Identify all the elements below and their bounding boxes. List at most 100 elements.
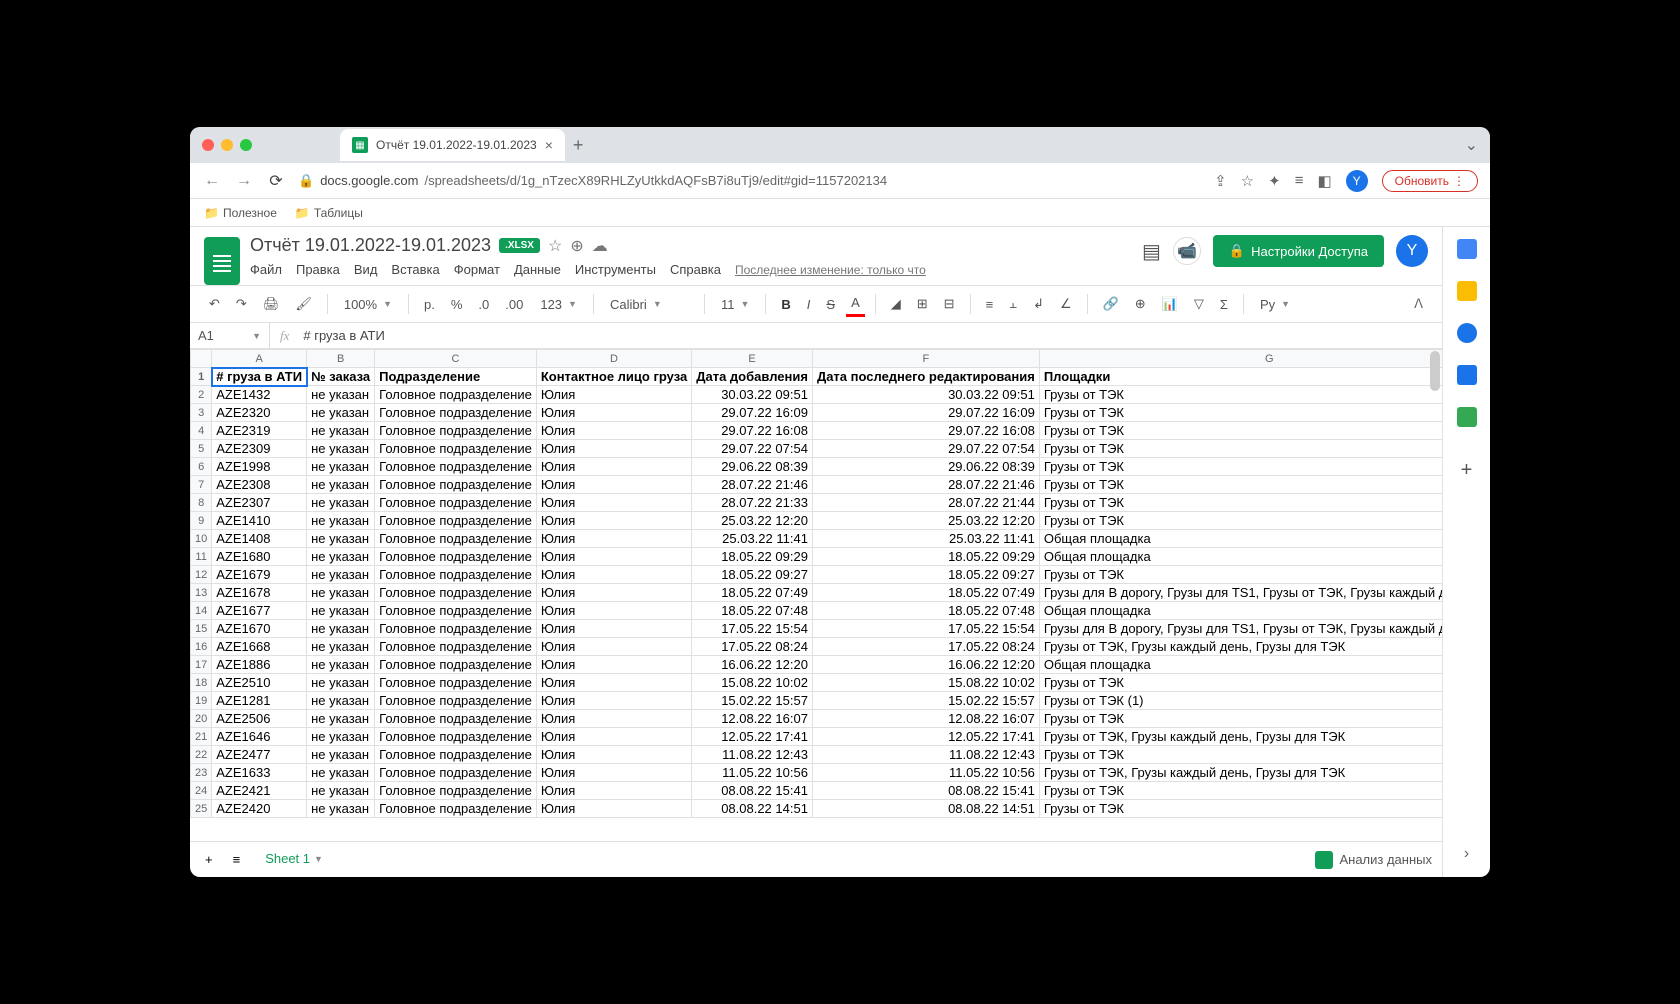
cell[interactable]: Юлия	[536, 404, 691, 422]
all-sheets-button[interactable]: ≡	[228, 848, 246, 871]
cell[interactable]: 17.05.22 08:24	[812, 638, 1039, 656]
cell[interactable]: не указан	[307, 476, 375, 494]
cell[interactable]: Головное подразделение	[375, 674, 537, 692]
bookmark-item[interactable]: 📁Полезное	[204, 206, 277, 220]
menu-tools[interactable]: Инструменты	[575, 262, 656, 277]
cell[interactable]: AZE2307	[212, 494, 307, 512]
col-header[interactable]: F	[812, 350, 1039, 368]
cell[interactable]: Головное подразделение	[375, 710, 537, 728]
cell[interactable]: Грузы от ТЭК (1)	[1039, 692, 1442, 710]
cell[interactable]: 11.08.22 12:43	[692, 746, 813, 764]
font-select[interactable]: Calibri▼	[604, 295, 694, 314]
col-header[interactable]: B	[307, 350, 375, 368]
comment-button[interactable]: ⊕	[1130, 292, 1151, 316]
nav-back-button[interactable]: ←	[202, 172, 222, 190]
cell[interactable]: не указан	[307, 638, 375, 656]
cell[interactable]: AZE1670	[212, 620, 307, 638]
functions-button[interactable]: Σ	[1215, 293, 1233, 316]
row-header[interactable]: 20	[191, 710, 212, 728]
cell[interactable]: Головное подразделение	[375, 566, 537, 584]
minimize-window-icon[interactable]	[221, 139, 233, 151]
cell[interactable]: не указан	[307, 782, 375, 800]
cell[interactable]: Юлия	[536, 710, 691, 728]
cell[interactable]: 17.05.22 15:54	[692, 620, 813, 638]
cell[interactable]: Юлия	[536, 746, 691, 764]
cell[interactable]: не указан	[307, 440, 375, 458]
cell[interactable]: Грузы от ТЭК	[1039, 476, 1442, 494]
cell[interactable]: Грузы от ТЭК, Грузы каждый день, Грузы д…	[1039, 764, 1442, 782]
cell[interactable]: 18.05.22 07:48	[812, 602, 1039, 620]
row-header[interactable]: 9	[191, 512, 212, 530]
cell[interactable]: не указан	[307, 710, 375, 728]
cell[interactable]: 29.07.22 16:09	[692, 404, 813, 422]
cell[interactable]: Подразделение	[375, 368, 537, 386]
text-color-button[interactable]: A	[846, 291, 865, 317]
explore-button[interactable]: Анализ данных	[1315, 851, 1432, 869]
comments-icon[interactable]: ▤	[1142, 239, 1161, 264]
cell[interactable]: не указан	[307, 692, 375, 710]
cell[interactable]: Юлия	[536, 584, 691, 602]
cell[interactable]: не указан	[307, 512, 375, 530]
cell[interactable]: AZE1408	[212, 530, 307, 548]
cell[interactable]: 16.06.22 12:20	[812, 656, 1039, 674]
nav-forward-button[interactable]: →	[234, 172, 254, 190]
cell[interactable]: Головное подразделение	[375, 476, 537, 494]
cell[interactable]: Общая площадка	[1039, 530, 1442, 548]
cell[interactable]: Грузы от ТЭК	[1039, 404, 1442, 422]
cell[interactable]: 18.05.22 07:48	[692, 602, 813, 620]
cell[interactable]: 29.07.22 16:09	[812, 404, 1039, 422]
cell[interactable]: не указан	[307, 530, 375, 548]
cell[interactable]: не указан	[307, 800, 375, 818]
cell[interactable]: 25.03.22 12:20	[692, 512, 813, 530]
cell[interactable]: Грузы от ТЭК, Грузы каждый день, Грузы д…	[1039, 728, 1442, 746]
cell[interactable]: 29.07.22 07:54	[812, 440, 1039, 458]
cell[interactable]: Головное подразделение	[375, 746, 537, 764]
grid-area[interactable]: A B C D E F G 1# груза в АТИ№ заказаПодр…	[190, 349, 1442, 841]
cell[interactable]: AZE2309	[212, 440, 307, 458]
row-header[interactable]: 6	[191, 458, 212, 476]
cell[interactable]: Грузы от ТЭК	[1039, 458, 1442, 476]
cell[interactable]: 17.05.22 15:54	[812, 620, 1039, 638]
cell[interactable]: 16.06.22 12:20	[692, 656, 813, 674]
cell[interactable]: не указан	[307, 602, 375, 620]
share-button[interactable]: 🔒Настройки Доступа	[1213, 235, 1384, 267]
cell[interactable]: 12.05.22 17:41	[692, 728, 813, 746]
row-header[interactable]: 7	[191, 476, 212, 494]
cell[interactable]: Грузы для В дорогу, Грузы для TS1, Грузы…	[1039, 584, 1442, 602]
account-avatar[interactable]: Y	[1396, 235, 1428, 267]
cell[interactable]: Юлия	[536, 764, 691, 782]
cell[interactable]: AZE2477	[212, 746, 307, 764]
cell[interactable]: Юлия	[536, 422, 691, 440]
cell[interactable]: Головное подразделение	[375, 620, 537, 638]
cell[interactable]: AZE1281	[212, 692, 307, 710]
link-button[interactable]: 🔗	[1098, 292, 1124, 316]
row-header[interactable]: 22	[191, 746, 212, 764]
cell[interactable]: Общая площадка	[1039, 602, 1442, 620]
name-box[interactable]: A1▼	[190, 323, 270, 348]
row-header[interactable]: 14	[191, 602, 212, 620]
calendar-icon[interactable]	[1457, 239, 1477, 259]
cell[interactable]: Юлия	[536, 386, 691, 404]
menu-data[interactable]: Данные	[514, 262, 561, 277]
decrease-decimal-button[interactable]: .0	[473, 293, 494, 316]
cell[interactable]: AZE2308	[212, 476, 307, 494]
undo-button[interactable]: ↶	[204, 292, 225, 316]
bold-button[interactable]: B	[776, 293, 795, 316]
italic-button[interactable]: I	[802, 293, 816, 316]
currency-button[interactable]: р.	[419, 293, 440, 316]
cell[interactable]: 12.05.22 17:41	[812, 728, 1039, 746]
zoom-select[interactable]: 100%▼	[338, 295, 398, 314]
cell[interactable]: 18.05.22 09:29	[692, 548, 813, 566]
cell[interactable]: 25.03.22 12:20	[812, 512, 1039, 530]
rotate-button[interactable]: ∠	[1055, 292, 1077, 316]
merge-button[interactable]: ⊟	[939, 292, 960, 316]
cell[interactable]: 15.08.22 10:02	[812, 674, 1039, 692]
cell[interactable]: Юлия	[536, 440, 691, 458]
cell[interactable]: не указан	[307, 548, 375, 566]
cell[interactable]: Грузы от ТЭК	[1039, 566, 1442, 584]
row-header[interactable]: 5	[191, 440, 212, 458]
print-button[interactable]: 🖨	[258, 292, 285, 316]
cell[interactable]: 28.07.22 21:46	[812, 476, 1039, 494]
cell[interactable]: 29.07.22 16:08	[812, 422, 1039, 440]
vertical-scrollbar[interactable]	[1430, 351, 1440, 391]
